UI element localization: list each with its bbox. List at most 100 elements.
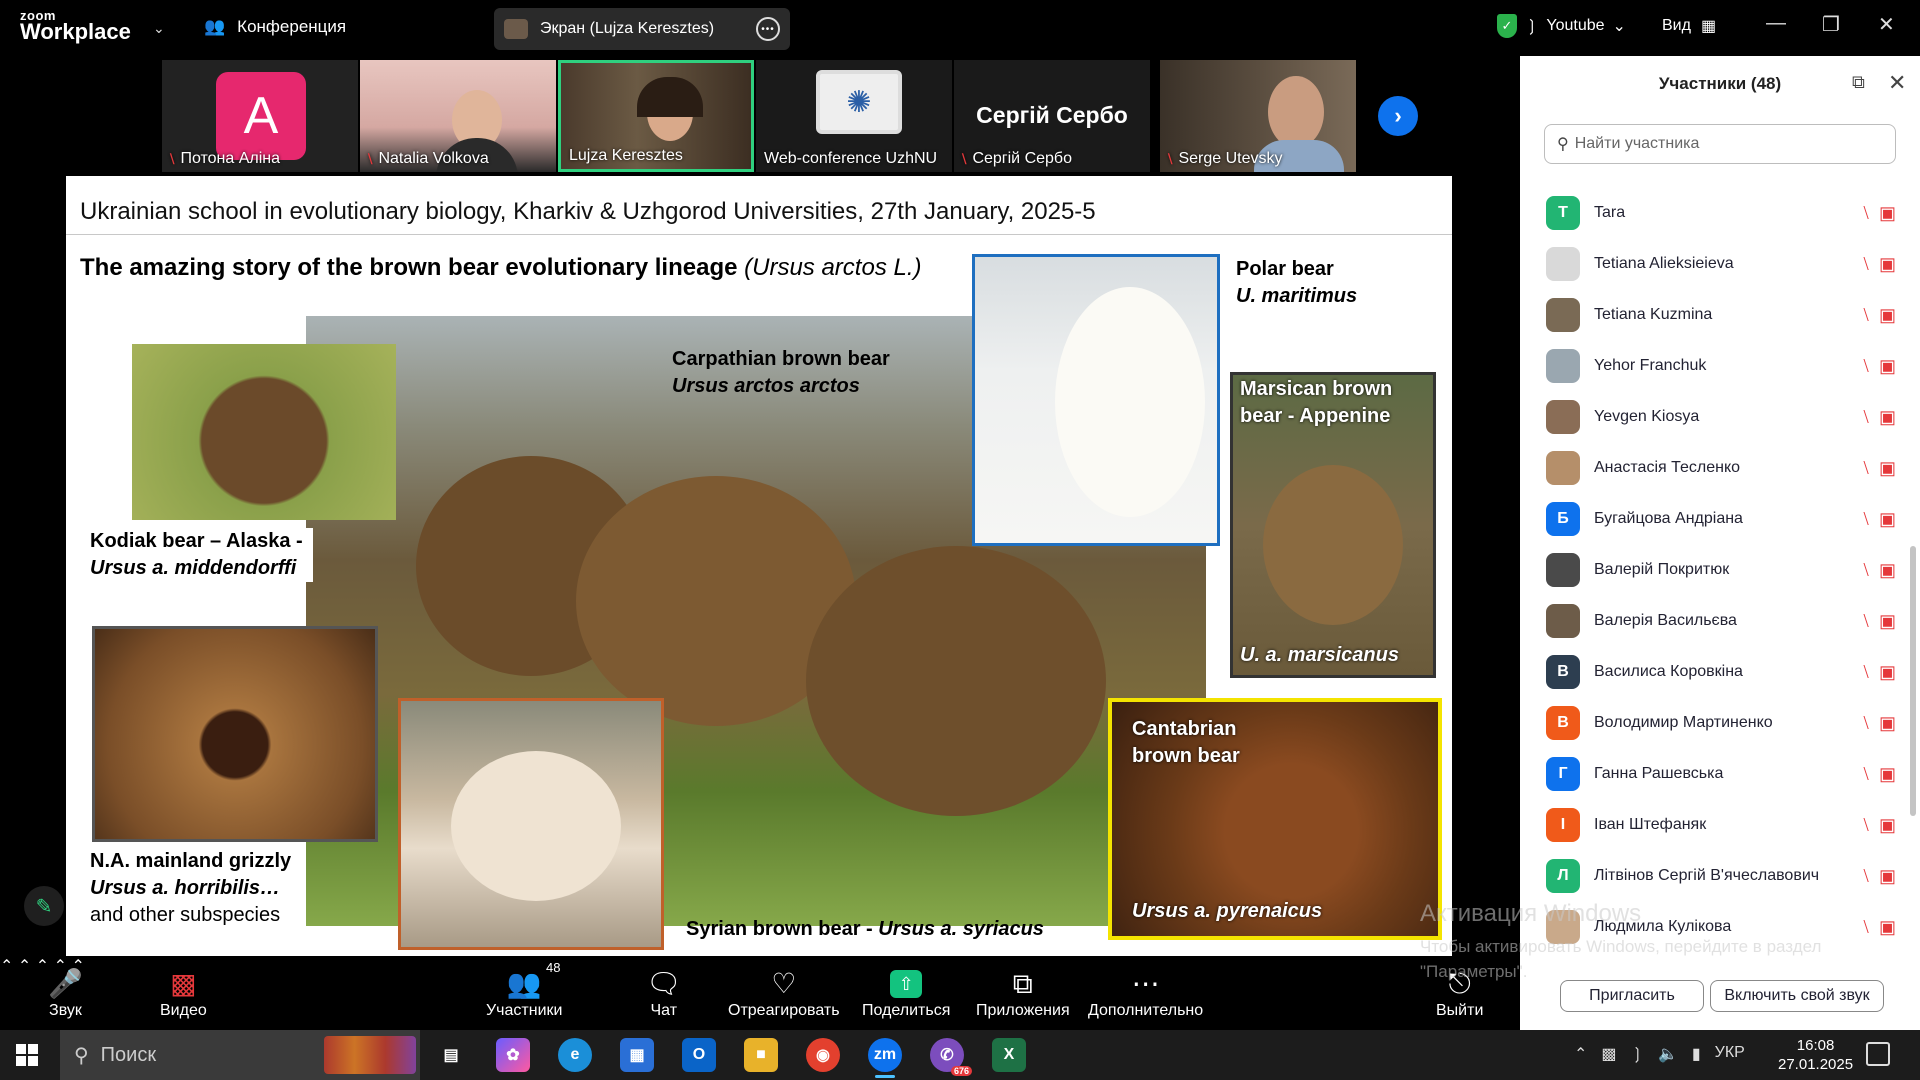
edge-icon[interactable]: e — [558, 1038, 592, 1072]
caption-line: brown bear — [1132, 745, 1240, 767]
participant-name: Літвінов Сергій В'ячеславович — [1594, 867, 1820, 884]
excel-icon[interactable]: X — [992, 1038, 1026, 1072]
list-item[interactable]: І Іван Штефаняк ⧵ ▣ — [1546, 800, 1896, 850]
close-icon[interactable]: ✕ — [1888, 70, 1906, 96]
wifi-icon[interactable]: ❳ — [1631, 1044, 1644, 1064]
view-label: Вид — [1662, 17, 1691, 34]
mic-off-icon: ⧵ — [962, 150, 967, 167]
participant-thumbnail[interactable]: ⧵ Serge Utevsky — [1160, 60, 1356, 172]
store-icon[interactable]: ▦ — [620, 1038, 654, 1072]
slide-divider — [66, 234, 1452, 235]
video-off-icon: ▣ — [1878, 355, 1896, 376]
chevron-up-icon[interactable]: ⌃ — [0, 958, 13, 975]
list-item[interactable]: Л Літвінов Сергій В'ячеславович ⧵ ▣ — [1546, 851, 1896, 901]
apps-button[interactable]: ⧉ Приложения — [976, 966, 1070, 1020]
react-button[interactable]: ♡ Отреагировать — [728, 966, 840, 1020]
list-item[interactable]: Б Бугайцова Андріана ⧵ ▣ — [1546, 494, 1896, 544]
caption-species: U. maritimus — [1236, 285, 1358, 307]
outlook-icon[interactable]: O — [682, 1038, 716, 1072]
meeting-toolbar: 🎤 Звук ⌃ ▩ Видео ⌃ 👥 Участники 48 ⌃ 🗨 Ча… — [0, 956, 1520, 1030]
language-indicator[interactable]: УКР — [1715, 1044, 1745, 1064]
zoom-logo[interactable]: zoom Workplace — [20, 9, 131, 43]
heart-icon: ♡ — [771, 968, 797, 999]
list-item[interactable]: Анастасія Тесленко ⧵ ▣ — [1546, 443, 1896, 493]
minimize-icon[interactable]: — — [1766, 12, 1786, 35]
avatar: Г — [1546, 757, 1580, 791]
battery-icon[interactable]: ▮ — [1692, 1044, 1701, 1064]
file-explorer-icon[interactable]: ■ — [744, 1038, 778, 1072]
apps-label: Приложения — [976, 1002, 1070, 1019]
conference-button[interactable]: 👥 Конференция — [204, 17, 346, 37]
participant-name: Yevgen Kiosya — [1594, 408, 1700, 425]
mic-off-icon: ⧵ — [1863, 202, 1869, 223]
list-item[interactable]: Yevgen Kiosya ⧵ ▣ — [1546, 392, 1896, 442]
unmute-self-button[interactable]: Включить свой звук — [1710, 980, 1884, 1012]
participants-panel: Участники (48) ⧉ ✕ ⚲ TTara⧵▣ Tetiana Ali… — [1520, 56, 1920, 1030]
grizzly-bear-photo — [92, 626, 378, 842]
video-off-icon: ▣ — [1878, 253, 1896, 274]
list-item[interactable]: В Василиса Коровкіна ⧵ ▣ — [1546, 647, 1896, 697]
mic-off-icon: ⧵ — [1863, 763, 1869, 784]
video-person — [1268, 76, 1324, 148]
system-tray[interactable]: ⌃ ▩ ❳ 🔈 ▮ УКР — [1574, 1044, 1745, 1064]
list-item[interactable]: Tetiana Kuzmina ⧵ ▣ — [1546, 290, 1896, 340]
stream-status[interactable]: ✓ ❳ Youtube ⌄ — [1497, 14, 1626, 38]
mic-off-icon: ⧵ — [170, 150, 175, 167]
scrollbar[interactable] — [1910, 546, 1916, 816]
more-button[interactable]: ⋯ Дополнительно — [1088, 966, 1203, 1020]
participant-thumbnail[interactable]: A ⧵ Потона Аліна — [162, 60, 358, 172]
list-item[interactable]: Валерія Васильєва ⧵ ▣ — [1546, 596, 1896, 646]
list-item[interactable]: Г Ганна Рашевська ⧵ ▣ — [1546, 749, 1896, 799]
meet-now-icon[interactable]: ▩ — [1601, 1044, 1616, 1064]
video-off-icon: ▣ — [1878, 508, 1896, 529]
chrome-icon[interactable]: ◉ — [806, 1038, 840, 1072]
participant-thumbnail[interactable]: ✺ Web-conference UzhNU — [756, 60, 952, 172]
taskbar-search[interactable]: ⚲ Поиск — [60, 1030, 420, 1080]
bear-shape — [1055, 287, 1205, 517]
share-label: Поделиться — [862, 1002, 951, 1019]
share-button[interactable]: ⇧ Поделиться — [862, 966, 950, 1020]
popout-icon[interactable]: ⧉ — [1852, 72, 1865, 93]
screen-share-indicator[interactable]: Экран (Lujza Keresztes) ••• — [494, 8, 790, 50]
participant-name: Валерій Покритюк — [1594, 561, 1730, 578]
avatar — [1546, 604, 1580, 638]
syrian-bear-photo — [398, 698, 664, 950]
close-icon[interactable]: ✕ — [1878, 12, 1895, 37]
volume-icon[interactable]: 🔈 — [1658, 1044, 1678, 1064]
view-button[interactable]: Вид ▦ — [1662, 16, 1716, 36]
list-item[interactable]: В Володимир Мартиненко ⧵ ▣ — [1546, 698, 1896, 748]
chat-button[interactable]: 🗨 Чат — [646, 966, 682, 1020]
chevron-up-icon[interactable]: ⌃ — [1574, 1044, 1587, 1064]
list-item[interactable]: T Tara ⧵ ▣ — [1546, 188, 1896, 238]
chevron-down-icon[interactable]: ⌄ — [153, 20, 165, 37]
clock-date: 27.01.2025 — [1778, 1056, 1854, 1073]
notification-icon[interactable] — [1866, 1042, 1890, 1066]
copilot-icon[interactable]: ✿ — [496, 1038, 530, 1072]
participant-thumbnail-active-speaker[interactable]: Lujza Keresztes — [558, 60, 754, 172]
participant-thumbnail[interactable]: ⧵ Natalia Volkova — [360, 60, 556, 172]
participant-name: Сергій Сербо — [972, 150, 1072, 167]
more-options-icon[interactable]: ••• — [756, 17, 780, 41]
next-page-button[interactable]: › — [1378, 96, 1418, 136]
task-view-icon[interactable]: ▤ — [434, 1038, 468, 1072]
participant-name: Анастасія Тесленко — [1594, 459, 1741, 476]
participant-name: Володимир Мартиненко — [1594, 714, 1773, 731]
participant-search[interactable]: ⚲ — [1544, 124, 1896, 164]
invite-button[interactable]: Пригласить — [1560, 980, 1704, 1012]
list-item[interactable]: Валерій Покритюк ⧵ ▣ — [1546, 545, 1896, 595]
video-button[interactable]: ▩ Видео — [160, 966, 207, 1020]
search-input[interactable] — [1574, 135, 1875, 153]
audio-button[interactable]: 🎤 Звук — [48, 966, 83, 1020]
chevron-up-icon[interactable]: ⌃ — [18, 958, 31, 975]
list-item[interactable]: Tetiana Alieksieieva ⧵ ▣ — [1546, 239, 1896, 289]
pencil-icon: ✎ — [35, 895, 53, 918]
zoom-icon[interactable]: zm — [868, 1038, 902, 1078]
windows-start-icon[interactable] — [16, 1044, 38, 1066]
viber-icon[interactable]: 676 ✆ — [930, 1038, 972, 1076]
taskbar-clock[interactable]: 16:08 27.01.2025 — [1778, 1036, 1853, 1074]
annotate-pencil-button[interactable]: ✎ — [24, 886, 64, 926]
list-item[interactable]: Yehor Franchuk ⧵ ▣ — [1546, 341, 1896, 391]
participant-thumbnail[interactable]: Сергій Сербо ⧵ Сергій Сербо — [954, 60, 1150, 172]
mic-off-icon: ⧵ — [1863, 355, 1869, 376]
restore-icon[interactable]: ❐ — [1822, 12, 1840, 37]
